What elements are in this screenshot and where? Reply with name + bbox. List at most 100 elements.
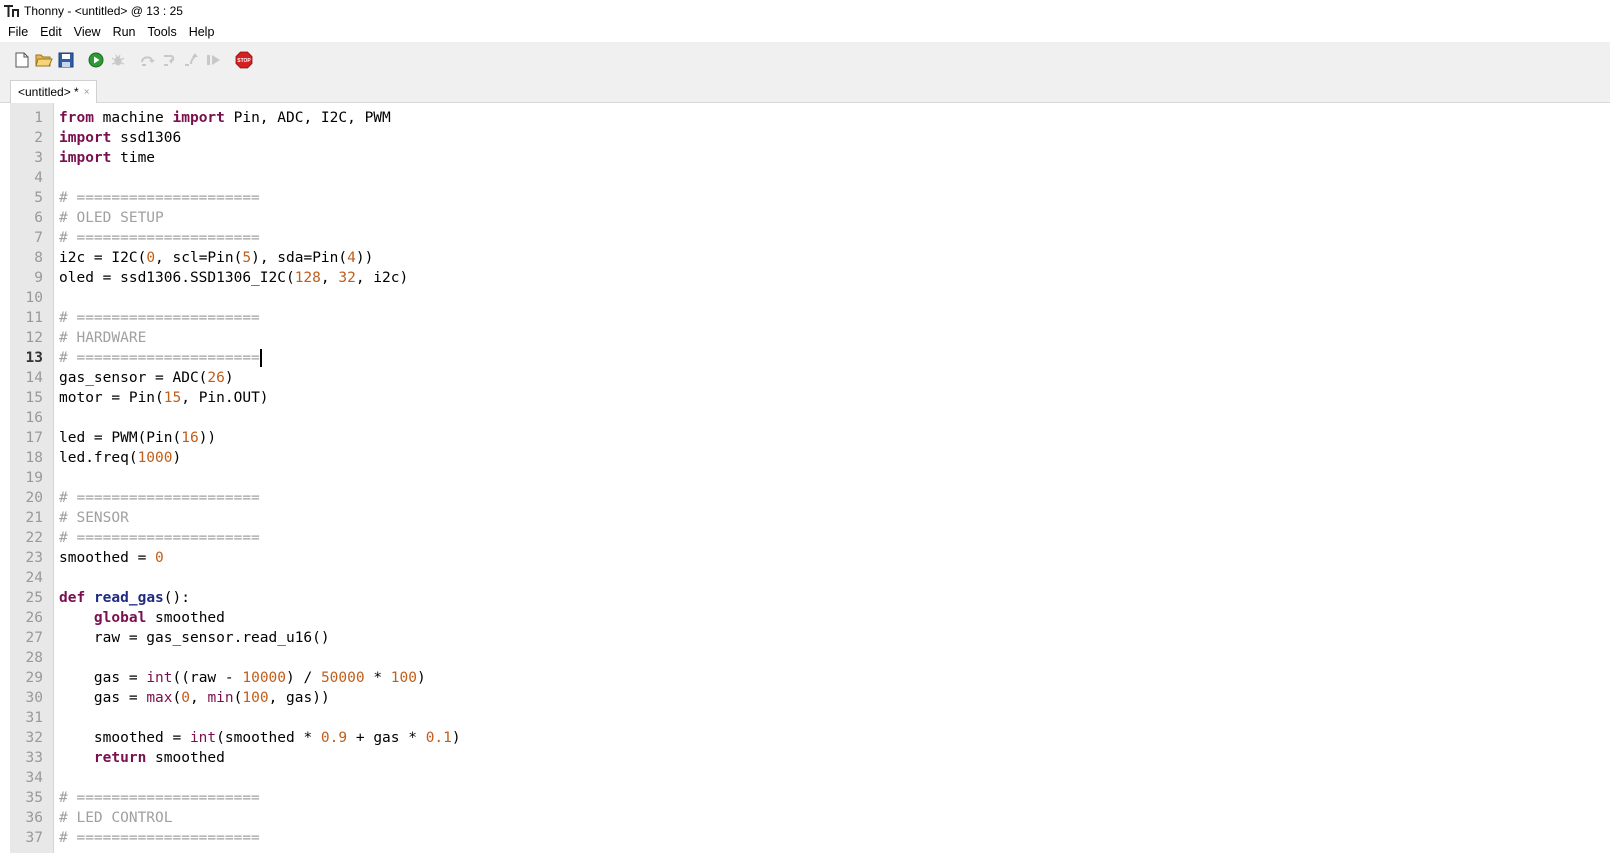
code-token: # LED CONTROL <box>59 810 173 826</box>
code-editor[interactable]: 1 from machine import Pin, ADC, I2C, PWM 2… <box>10 103 1610 853</box>
code-token: import <box>59 150 112 166</box>
stop-button[interactable]: STOP <box>234 50 254 70</box>
code-line[interactable]: 27 raw = gas_sensor.read_u16() <box>10 628 1610 648</box>
code-line[interactable]: 7 # ===================== <box>10 228 1610 248</box>
code-line[interactable]: 1 from machine import Pin, ADC, I2C, PWM <box>10 108 1610 128</box>
code-line[interactable]: 12 # HARDWARE <box>10 328 1610 348</box>
code-line[interactable]: 10 <box>10 288 1610 308</box>
code-text: from machine import Pin, ADC, I2C, PWM <box>43 108 391 128</box>
menu-run[interactable]: Run <box>107 25 142 39</box>
close-icon[interactable]: × <box>84 87 90 98</box>
code-token: motor = Pin( <box>59 390 164 406</box>
code-token: + gas * <box>347 730 426 746</box>
code-token: # ===================== <box>59 490 260 506</box>
code-line[interactable]: 9 oled = ssd1306.SSD1306_I2C(128, 32, i2c… <box>10 268 1610 288</box>
code-line[interactable]: 29 gas = int((raw - 10000) / 50000 * 100… <box>10 668 1610 688</box>
step-over-button[interactable] <box>138 50 158 70</box>
tab-untitled[interactable]: <untitled> * × <box>10 80 97 103</box>
code-line[interactable]: 33 return smoothed <box>10 748 1610 768</box>
code-token: (): <box>163 590 190 606</box>
step-out-button[interactable] <box>182 50 202 70</box>
code-line[interactable]: 37 # ===================== <box>10 828 1610 848</box>
code-line[interactable]: 2 import ssd1306 <box>10 128 1610 148</box>
code-line[interactable]: 23 smoothed = 0 <box>10 548 1610 568</box>
code-line[interactable]: 26 global smoothed <box>10 608 1610 628</box>
code-line[interactable]: 19 <box>10 468 1610 488</box>
run-button[interactable] <box>86 50 106 70</box>
line-number: 4 <box>34 170 43 186</box>
code-line[interactable]: 22 # ===================== <box>10 528 1610 548</box>
code-line[interactable]: 28 <box>10 648 1610 668</box>
code-token: , <box>189 690 208 706</box>
code-line[interactable]: 8 i2c = I2C(0, scl=Pin(5), sda=Pin(4)) <box>10 248 1610 268</box>
line-number: 19 <box>25 470 43 486</box>
line-number: 37 <box>25 830 43 846</box>
code-text: motor = Pin(15, Pin.OUT) <box>43 388 269 408</box>
code-line[interactable]: 15 motor = Pin(15, Pin.OUT) <box>10 388 1610 408</box>
code-token: 32 <box>338 270 356 286</box>
code-token: 0.9 <box>320 730 348 746</box>
line-number: 36 <box>25 810 43 826</box>
code-token: ((raw - <box>172 670 243 686</box>
menu-help[interactable]: Help <box>183 25 221 39</box>
code-line[interactable]: 16 <box>10 408 1610 428</box>
code-token: smoothed = <box>59 730 190 746</box>
line-number: 18 <box>25 450 43 466</box>
line-number: 24 <box>25 570 43 586</box>
code-line[interactable]: 30 gas = max(0, min(100, gas)) <box>10 688 1610 708</box>
code-line[interactable]: 20 # ===================== <box>10 488 1610 508</box>
code-text: return smoothed <box>43 748 225 768</box>
new-file-button[interactable] <box>12 50 32 70</box>
title-bar: Thonny - <untitled> @ 13 : 25 <box>0 0 1610 22</box>
code-text: led = PWM(Pin(16)) <box>43 428 216 448</box>
code-line[interactable]: 34 <box>10 768 1610 788</box>
debug-icon <box>111 54 125 66</box>
code-line[interactable]: 4 <box>10 168 1610 188</box>
tab-label: <untitled> * <box>18 85 79 99</box>
line-number: 21 <box>25 510 43 526</box>
code-line[interactable]: 6 # OLED SETUP <box>10 208 1610 228</box>
code-token: * <box>364 670 391 686</box>
code-text: import time <box>43 148 155 168</box>
line-number: 13 <box>25 350 43 366</box>
code-token: int <box>146 670 173 686</box>
resume-button[interactable] <box>204 50 224 70</box>
save-icon <box>58 52 74 68</box>
code-token: # ===================== <box>59 230 260 246</box>
menu-view[interactable]: View <box>68 25 107 39</box>
code-line[interactable]: 3 import time <box>10 148 1610 168</box>
code-line[interactable]: 5 # ===================== <box>10 188 1610 208</box>
menu-file[interactable]: File <box>2 25 34 39</box>
code-text: # ===================== <box>43 488 260 508</box>
svg-text:STOP: STOP <box>237 58 251 64</box>
open-file-button[interactable] <box>34 50 54 70</box>
code-line[interactable]: 25 def read_gas(): <box>10 588 1610 608</box>
code-token: 16 <box>181 430 199 446</box>
code-token: i2c = I2C( <box>59 250 147 266</box>
line-number: 17 <box>25 430 43 446</box>
line-number: 35 <box>25 790 43 806</box>
save-button[interactable] <box>56 50 76 70</box>
code-line[interactable]: 21 # SENSOR <box>10 508 1610 528</box>
code-line[interactable]: 35 # ===================== <box>10 788 1610 808</box>
line-number: 23 <box>25 550 43 566</box>
code-line[interactable]: 11 # ===================== <box>10 308 1610 328</box>
code-line[interactable]: 14 gas_sensor = ADC(26) <box>10 368 1610 388</box>
code-token: 4 <box>347 250 356 266</box>
code-token: 0.1 <box>425 730 452 746</box>
menu-edit[interactable]: Edit <box>34 25 68 39</box>
code-line[interactable]: 31 <box>10 708 1610 728</box>
code-text: gas = max(0, min(100, gas)) <box>43 688 330 708</box>
code-line[interactable]: 32 smoothed = int(smoothed * 0.9 + gas *… <box>10 728 1610 748</box>
debug-button[interactable] <box>108 50 128 70</box>
code-line[interactable]: 36 # LED CONTROL <box>10 808 1610 828</box>
code-token: oled = ssd1306.SSD1306_I2C( <box>59 270 295 286</box>
code-line[interactable]: 18 led.freq(1000) <box>10 448 1610 468</box>
code-line[interactable]: 24 <box>10 568 1610 588</box>
code-line[interactable]: 17 led = PWM(Pin(16)) <box>10 428 1610 448</box>
code-token: from <box>59 110 94 126</box>
menu-tools[interactable]: Tools <box>142 25 183 39</box>
code-line[interactable]: 13 # ===================== <box>10 348 1610 368</box>
step-into-button[interactable] <box>160 50 180 70</box>
